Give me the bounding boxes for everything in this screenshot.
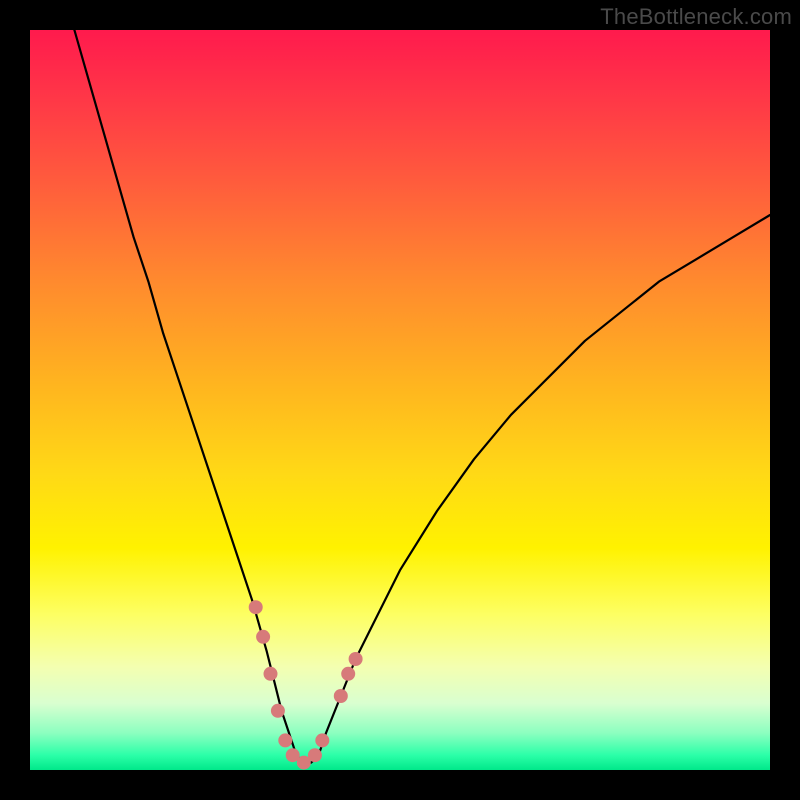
plot-area bbox=[30, 30, 770, 770]
marker-dot bbox=[256, 630, 270, 644]
attribution-label: TheBottleneck.com bbox=[600, 4, 792, 30]
chart-svg bbox=[30, 30, 770, 770]
bottleneck-curve bbox=[74, 30, 770, 763]
marker-dot bbox=[308, 748, 322, 762]
marker-dot bbox=[334, 689, 348, 703]
marker-dot bbox=[278, 733, 292, 747]
marker-dot bbox=[315, 733, 329, 747]
chart-frame: TheBottleneck.com bbox=[0, 0, 800, 800]
marker-dot bbox=[264, 667, 278, 681]
marker-dot bbox=[271, 704, 285, 718]
marker-dot bbox=[349, 652, 363, 666]
marker-dot bbox=[249, 600, 263, 614]
marker-dot bbox=[341, 667, 355, 681]
